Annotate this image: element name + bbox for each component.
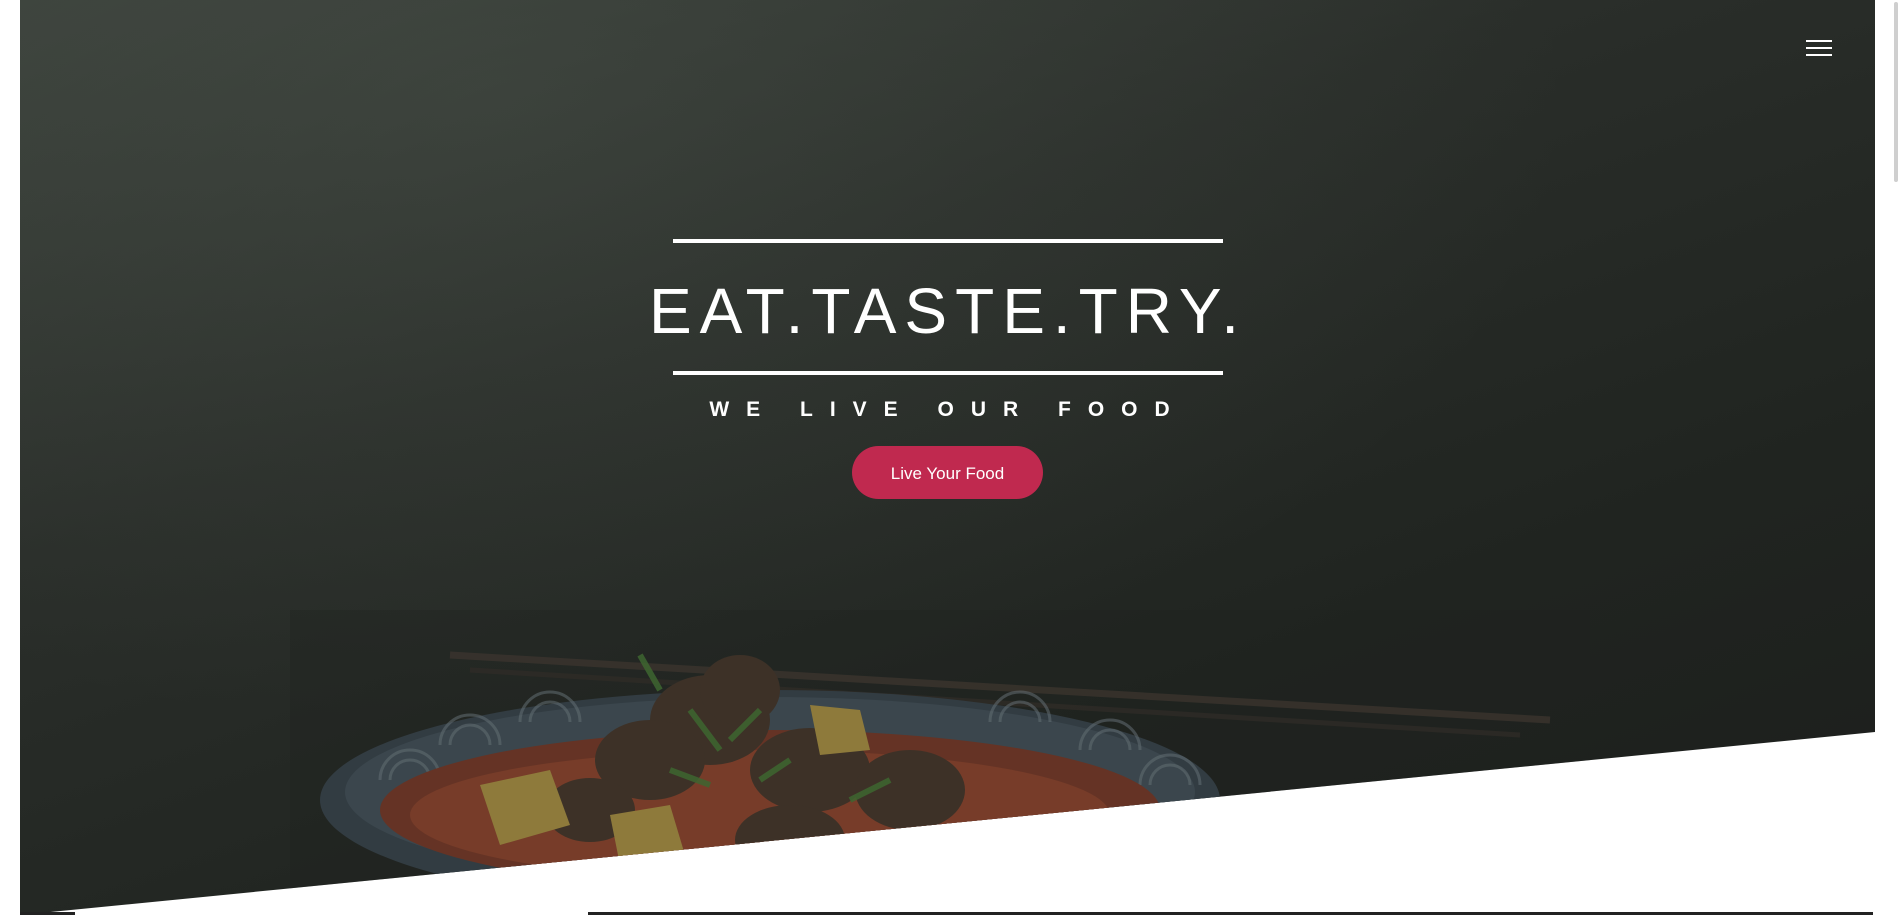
scrollbar-thumb[interactable] bbox=[1894, 2, 1898, 182]
menu-line bbox=[1806, 54, 1832, 56]
scrollbar[interactable] bbox=[1884, 0, 1900, 915]
menu-line bbox=[1806, 47, 1832, 49]
hamburger-menu-icon[interactable] bbox=[1806, 38, 1834, 60]
hero-food-image bbox=[290, 610, 1590, 915]
menu-line bbox=[1806, 40, 1832, 42]
live-your-food-button[interactable]: Live Your Food bbox=[852, 446, 1043, 499]
page: EAT.TASTE.TRY. WE LIVE OUR FOOD Live You… bbox=[0, 0, 1900, 915]
